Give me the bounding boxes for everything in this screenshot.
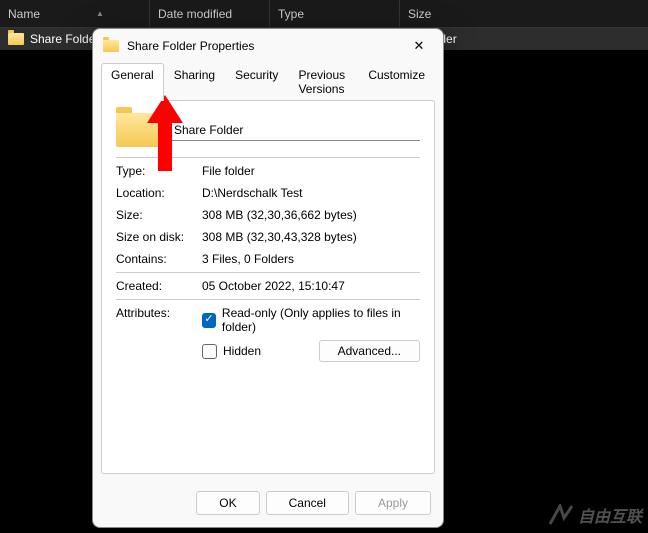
divider: [116, 272, 420, 273]
hidden-label: Hidden: [223, 344, 261, 358]
tab-general[interactable]: General: [101, 63, 164, 101]
readonly-label: Read-only (Only applies to files in fold…: [222, 306, 420, 334]
value-size: 308 MB (32,30,36,662 bytes): [202, 208, 420, 222]
value-location: D:\Nerdschalk Test: [202, 186, 420, 200]
properties-dialog: Share Folder Properties ✕ General Sharin…: [92, 28, 444, 528]
value-created: 05 October 2022, 15:10:47: [202, 279, 420, 293]
divider: [116, 157, 420, 158]
column-header-size[interactable]: Size: [400, 0, 648, 27]
tab-sharing[interactable]: Sharing: [164, 63, 225, 101]
close-button[interactable]: ✕: [405, 32, 433, 60]
label-size: Size:: [116, 208, 196, 222]
apply-button[interactable]: Apply: [355, 491, 431, 515]
titlebar[interactable]: Share Folder Properties ✕: [93, 29, 443, 63]
folder-icon: [103, 40, 119, 52]
tab-security[interactable]: Security: [225, 63, 288, 101]
label-size-on-disk: Size on disk:: [116, 230, 196, 244]
cancel-button[interactable]: Cancel: [266, 491, 349, 515]
label-contains: Contains:: [116, 252, 196, 266]
column-header-date[interactable]: Date modified: [125, 0, 270, 27]
tab-panel-general: Type: File folder Location: D:\Nerdschal…: [101, 100, 435, 474]
dialog-button-row: OK Cancel Apply: [93, 483, 443, 527]
advanced-button[interactable]: Advanced...: [319, 340, 420, 362]
ok-button[interactable]: OK: [196, 491, 259, 515]
explorer-column-header: Name ▲ Date modified Type Size: [0, 0, 648, 28]
folder-icon: [8, 33, 24, 45]
sort-indicator-icon: ▲: [96, 9, 104, 18]
folder-icon: [116, 113, 160, 147]
checkbox-hidden[interactable]: [202, 344, 217, 359]
label-type: Type:: [116, 164, 196, 178]
value-contains: 3 Files, 0 Folders: [202, 252, 420, 266]
divider: [116, 299, 420, 300]
tab-customize[interactable]: Customize: [358, 63, 435, 101]
column-header-type[interactable]: Type: [270, 0, 400, 27]
label-created: Created:: [116, 279, 196, 293]
tab-previous-versions[interactable]: Previous Versions: [288, 63, 358, 101]
value-type: File folder: [202, 164, 420, 178]
column-label: Name: [8, 7, 40, 21]
checkbox-readonly[interactable]: [202, 313, 216, 328]
label-location: Location:: [116, 186, 196, 200]
watermark: 自由互联: [548, 503, 642, 527]
file-name: Share Folder: [30, 32, 99, 46]
window-title: Share Folder Properties: [127, 39, 405, 53]
folder-name-input[interactable]: [172, 120, 420, 141]
tab-strip: General Sharing Security Previous Versio…: [93, 63, 443, 101]
value-size-on-disk: 308 MB (32,30,43,328 bytes): [202, 230, 420, 244]
label-attributes: Attributes:: [116, 306, 196, 368]
